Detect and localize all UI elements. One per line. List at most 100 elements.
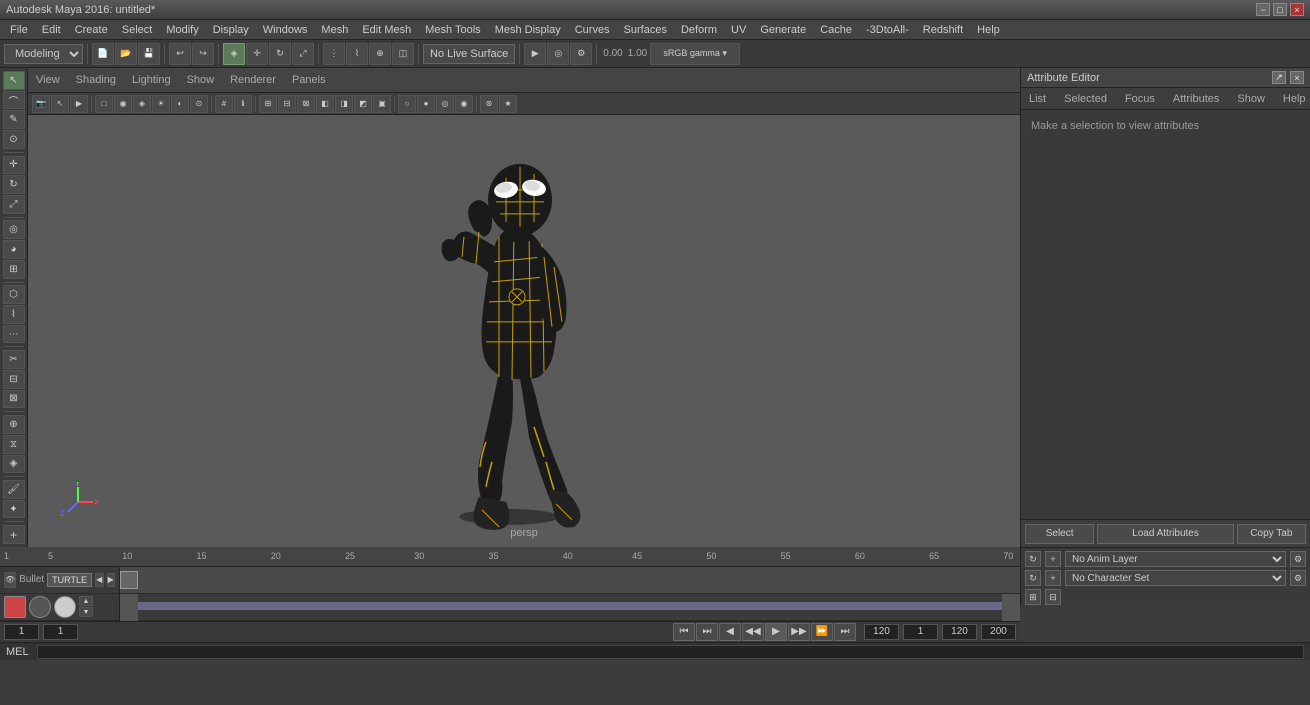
menu-create[interactable]: Create xyxy=(69,23,114,37)
mirror-btn[interactable]: ⧖ xyxy=(3,435,25,454)
menu-edit[interactable]: Edit xyxy=(36,23,67,37)
move-btn[interactable]: ✛ xyxy=(246,43,268,65)
attr-select-btn[interactable]: Select xyxy=(1025,524,1094,544)
kf-start[interactable] xyxy=(120,594,138,621)
kf-end[interactable] xyxy=(1002,594,1020,621)
vp-icon-5[interactable]: ◨ xyxy=(335,95,353,113)
keyframe-bar-2[interactable] xyxy=(120,594,1020,621)
open-btn[interactable]: 📂 xyxy=(115,43,137,65)
end-frame-display[interactable] xyxy=(864,624,899,640)
mel-input[interactable] xyxy=(37,645,1304,659)
range-end-field[interactable] xyxy=(942,624,977,640)
snap-view-btn[interactable]: ◫ xyxy=(392,43,414,65)
menu-file[interactable]: File xyxy=(4,23,34,37)
menu-deform[interactable]: Deform xyxy=(675,23,723,37)
vp-wireframe-btn[interactable]: □ xyxy=(95,95,113,113)
color-swatch-white[interactable] xyxy=(54,596,76,618)
ae-tab-selected[interactable]: Selected xyxy=(1060,91,1111,107)
vp-icon-3[interactable]: ⊠ xyxy=(297,95,315,113)
gamma-dropdown[interactable]: sRGB gamma ▾ xyxy=(650,43,740,65)
ae-tab-attributes[interactable]: Attributes xyxy=(1169,91,1223,107)
ae-tab-show[interactable]: Show xyxy=(1233,91,1269,107)
vp-tab-renderer[interactable]: Renderer xyxy=(226,72,280,88)
extra-btn[interactable]: + xyxy=(3,525,25,544)
nurbs-create-btn[interactable]: ⌇ xyxy=(3,305,25,324)
maximize-button[interactable]: □ xyxy=(1273,3,1287,16)
paint-tool-btn[interactable]: ✎ xyxy=(3,110,25,129)
vp-xray-btn[interactable]: ⊙ xyxy=(190,95,208,113)
tl-prev-btn[interactable]: ◀ xyxy=(95,573,103,587)
menu-windows[interactable]: Windows xyxy=(257,23,314,37)
ae-tab-focus[interactable]: Focus xyxy=(1121,91,1159,107)
vp-icon-2[interactable]: ⊟ xyxy=(278,95,296,113)
menu-modify[interactable]: Modify xyxy=(160,23,204,37)
menu-display[interactable]: Display xyxy=(207,23,255,37)
keyframe-1[interactable] xyxy=(120,571,138,589)
poly-create-btn[interactable]: ⬡ xyxy=(3,285,25,304)
menu-3dtoall[interactable]: -3DtoAll- xyxy=(860,23,915,37)
tl-expand-up-btn[interactable]: ▲ xyxy=(79,596,93,606)
char-set-settings-btn[interactable]: ⚙ xyxy=(1290,570,1306,586)
vp-texture-btn[interactable]: ◈ xyxy=(133,95,151,113)
menu-select[interactable]: Select xyxy=(116,23,159,37)
vp-icon-7[interactable]: ▣ xyxy=(373,95,391,113)
keyframe-bar-1[interactable] xyxy=(120,567,1020,594)
rotate-tool-btn[interactable]: ↻ xyxy=(3,175,25,194)
max-time-field[interactable] xyxy=(981,624,1016,640)
vp-tab-view[interactable]: View xyxy=(32,72,64,88)
ae-tab-list[interactable]: List xyxy=(1025,91,1050,107)
menu-curves[interactable]: Curves xyxy=(569,23,616,37)
attr-panel-float-btn[interactable]: ↗ xyxy=(1272,71,1286,84)
vp-tab-lighting[interactable]: Lighting xyxy=(128,72,175,88)
undo-btn[interactable]: ↩ xyxy=(169,43,191,65)
vp-icon-1[interactable]: ⊞ xyxy=(259,95,277,113)
rotate-btn[interactable]: ↻ xyxy=(269,43,291,65)
sculpt-geo-btn[interactable]: ◕ xyxy=(3,240,25,259)
vp-tab-shading[interactable]: Shading xyxy=(72,72,120,88)
snap-curve-btn[interactable]: ⌇ xyxy=(346,43,368,65)
play-fwd-btn[interactable]: ▶ xyxy=(765,623,787,641)
anim-layer-icon[interactable]: ↻ xyxy=(1025,551,1041,567)
color-swatch-grey[interactable] xyxy=(29,596,51,618)
menu-mesh[interactable]: Mesh xyxy=(315,23,354,37)
select-btn[interactable]: ◈ xyxy=(223,43,245,65)
timeline-content[interactable] xyxy=(120,567,1020,621)
lasso-tool-btn[interactable]: ⌒ xyxy=(3,91,25,110)
connect-btn[interactable]: ⊟ xyxy=(3,370,25,389)
ipr-btn[interactable]: ◎ xyxy=(547,43,569,65)
step-fwd-btn[interactable]: ▶▶ xyxy=(788,623,810,641)
mode-dropdown[interactable]: Modeling xyxy=(4,44,83,64)
vp-icon-10[interactable]: ◎ xyxy=(436,95,454,113)
vp-tab-show[interactable]: Show xyxy=(183,72,219,88)
render-btn[interactable]: ▶ xyxy=(524,43,546,65)
vp-playback-btn[interactable]: ▶ xyxy=(70,95,88,113)
vp-select-btn[interactable]: ↖ xyxy=(51,95,69,113)
scale-tool-btn[interactable]: ⤢ xyxy=(3,195,25,214)
menu-surfaces[interactable]: Surfaces xyxy=(618,23,673,37)
save-btn[interactable]: 💾 xyxy=(138,43,160,65)
char-set-icon[interactable]: ↻ xyxy=(1025,570,1041,586)
vp-icon-4[interactable]: ◧ xyxy=(316,95,334,113)
time-ruler[interactable]: 1 5 10 15 20 25 30 35 40 45 50 55 60 65 … xyxy=(0,547,1020,567)
vp-light-btn[interactable]: ☀ xyxy=(152,95,170,113)
step-back-btn[interactable]: ◀ xyxy=(719,623,741,641)
snap-align-btn[interactable]: ⊕ xyxy=(3,415,25,434)
anim-layer-add-btn[interactable]: + xyxy=(1045,551,1061,567)
tl-next-btn[interactable]: ▶ xyxy=(107,573,115,587)
vp-icon-11[interactable]: ◉ xyxy=(455,95,473,113)
attr-load-btn[interactable]: Load Attributes xyxy=(1097,524,1234,544)
anim-layer-dropdown[interactable]: No Anim Layer xyxy=(1065,551,1286,567)
vp-smooth-btn[interactable]: ◉ xyxy=(114,95,132,113)
soft-mod-btn[interactable]: ◎ xyxy=(3,220,25,239)
scale-btn[interactable]: ⤢ xyxy=(292,43,314,65)
char-set-dropdown[interactable]: No Character Set xyxy=(1065,570,1286,586)
current-frame-field[interactable] xyxy=(43,624,78,640)
multi-cut-btn[interactable]: ✂ xyxy=(3,350,25,369)
3d-viewport[interactable]: X Y Z persp xyxy=(28,115,1020,547)
snap-grid-btn[interactable]: ⋮ xyxy=(323,43,345,65)
turtle-tag[interactable]: TURTLE xyxy=(47,573,92,587)
redo-btn[interactable]: ↪ xyxy=(192,43,214,65)
ae-tab-help[interactable]: Help xyxy=(1279,91,1310,107)
vp-grid-btn[interactable]: # xyxy=(215,95,233,113)
move-tool-btn[interactable]: ✛ xyxy=(3,156,25,175)
